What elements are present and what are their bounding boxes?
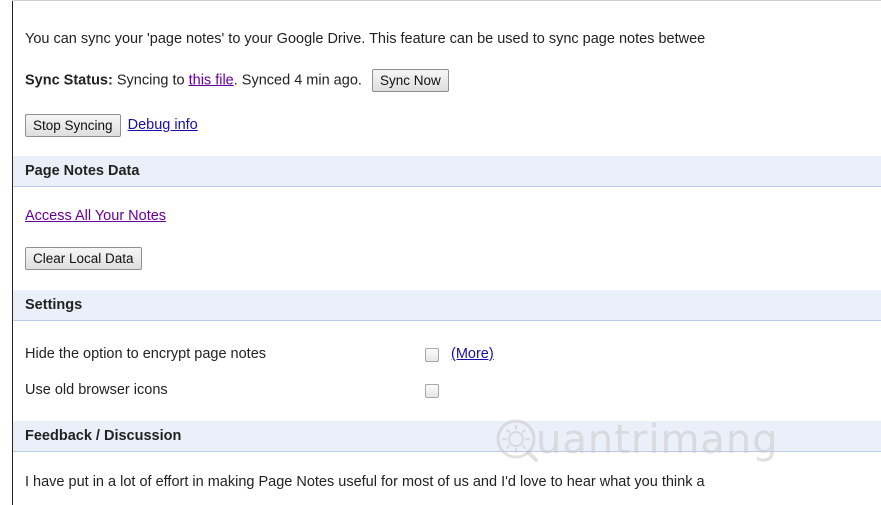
feedback-text: I have put in a lot of effort in making … bbox=[25, 474, 705, 490]
section-header-feedback: Feedback / Discussion bbox=[13, 421, 881, 452]
old-icons-checkbox[interactable] bbox=[425, 384, 439, 398]
section-title-page-notes-data: Page Notes Data bbox=[25, 163, 140, 179]
setting-label-hide-encrypt: Hide the option to encrypt page notes bbox=[25, 346, 267, 362]
hide-encrypt-checkbox[interactable] bbox=[425, 348, 439, 362]
sync-status-suffix: . Synced 4 min ago. bbox=[233, 72, 362, 89]
sync-now-button[interactable]: Sync Now bbox=[371, 69, 449, 92]
sync-status-prefix: Syncing to bbox=[112, 72, 189, 89]
sync-file-link[interactable]: this file bbox=[189, 72, 234, 88]
section-title-settings: Settings bbox=[25, 297, 83, 313]
setting-label-old-icons: Use old browser icons bbox=[25, 382, 168, 398]
section-title-feedback: Feedback / Discussion bbox=[25, 428, 182, 444]
more-info-link[interactable]: (More) bbox=[451, 346, 494, 362]
sync-actions-row: Stop Syncing Debug info bbox=[25, 114, 198, 137]
access-all-notes-link[interactable]: Access All Your Notes bbox=[25, 208, 166, 224]
section-header-settings: Settings bbox=[13, 290, 881, 321]
access-notes-row: Access All Your Notes bbox=[25, 206, 166, 226]
sync-status-line: Sync Status: Syncing to this file. Synce… bbox=[25, 69, 449, 92]
debug-info-link[interactable]: Debug info bbox=[128, 117, 198, 133]
clear-data-row: Clear Local Data bbox=[25, 247, 142, 270]
more-link-row: (More) bbox=[451, 344, 494, 364]
sync-status-label: Sync Status: bbox=[25, 72, 113, 89]
section-header-page-notes-data: Page Notes Data bbox=[13, 156, 881, 187]
options-page: You can sync your 'page notes' to your G… bbox=[0, 0, 881, 505]
clear-local-data-button[interactable]: Clear Local Data bbox=[25, 247, 142, 270]
options-content: You can sync your 'page notes' to your G… bbox=[13, 0, 881, 505]
sync-intro-text: You can sync your 'page notes' to your G… bbox=[25, 31, 706, 47]
stop-syncing-button[interactable]: Stop Syncing bbox=[25, 114, 121, 137]
